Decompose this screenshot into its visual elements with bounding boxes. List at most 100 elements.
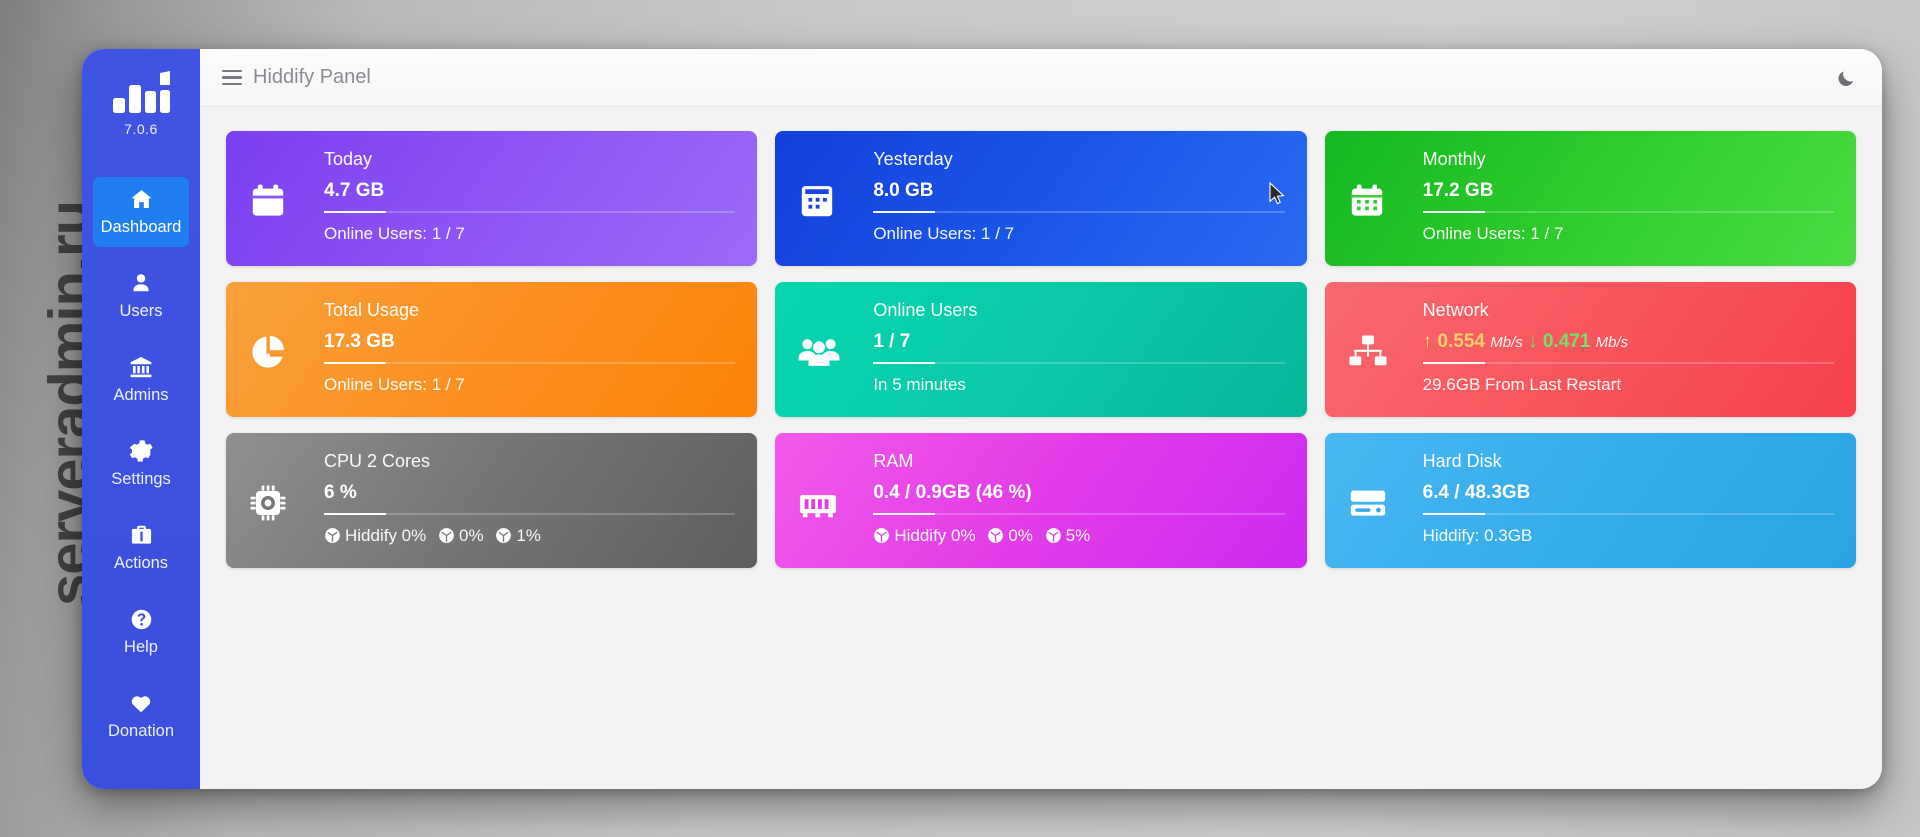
bar-chart-logo-icon — [111, 71, 171, 115]
user-icon — [130, 270, 152, 296]
cpu-gauge-0: Hiddify 0% — [324, 526, 431, 545]
card-value: 1 / 7 — [873, 331, 911, 352]
sidebar-item-admins[interactable]: Admins — [93, 345, 189, 415]
card-value: 0.4 / 0.9GB (46 %) — [873, 482, 1032, 503]
mouse-pointer-icon — [1269, 181, 1286, 211]
cpu-gauge-1: 0% — [438, 526, 488, 545]
card-total-usage[interactable]: Total Usage 17.3 GB Online Users: 1 / 7 — [226, 282, 758, 417]
card-title: Total Usage — [324, 300, 420, 320]
main-area: Hiddify Panel Today 4.7 GB Online Users:… — [200, 49, 1882, 789]
sidebar-item-label: Actions — [113, 554, 169, 572]
card-value: 4.7 GB — [324, 180, 385, 201]
card-network[interactable]: Network ↑ 0.554 Mb/s ↓ 0.471 Mb/s 29.6GB… — [1324, 282, 1856, 417]
users-group-icon — [797, 331, 873, 371]
card-divider — [1422, 513, 1834, 515]
card-value: 6 % — [324, 482, 357, 503]
card-title: Yesterday — [873, 149, 953, 169]
ram-gauge-2: 5% — [1045, 526, 1090, 545]
sidebar-item-dashboard[interactable]: Dashboard — [93, 177, 189, 247]
card-footer: Online Users: 1 / 7 — [873, 224, 1015, 243]
card-ram[interactable]: RAM 0.4 / 0.9GB (46 %) Hiddify 0% 0% 5% — [775, 433, 1307, 568]
sidebar-item-help[interactable]: Help — [93, 597, 189, 667]
gauge-icon — [873, 527, 890, 544]
card-today[interactable]: Today 4.7 GB Online Users: 1 / 7 — [226, 131, 758, 266]
home-icon — [129, 186, 154, 212]
card-divider — [324, 362, 736, 364]
card-value: 6.4 / 48.3GB — [1422, 482, 1531, 503]
card-monthly[interactable]: Monthly 17.2 GB Online Users: 1 / 7 — [1324, 131, 1856, 266]
card-footer: Online Users: 1 / 7 — [1422, 224, 1564, 243]
gauge-icon — [987, 527, 1004, 544]
sidebar-item-label: Help — [124, 638, 158, 656]
memory-icon — [797, 482, 873, 522]
card-divider — [324, 211, 736, 213]
hard-drive-icon — [1347, 482, 1423, 522]
sidebar-item-donation[interactable]: Donation — [93, 681, 189, 751]
ram-gauge-1: 0% — [987, 526, 1037, 545]
card-footer: Hiddify: 0.3GB — [1422, 526, 1533, 545]
card-divider — [1422, 362, 1834, 364]
ram-gauge-0: Hiddify 0% — [873, 526, 980, 545]
card-online-users[interactable]: Online Users 1 / 7 In 5 minutes — [775, 282, 1307, 417]
card-value: 17.2 GB — [1422, 180, 1494, 201]
gauge-label: Hiddify 0% — [345, 526, 427, 545]
arrow-down-icon: ↓ — [1528, 331, 1538, 352]
dashboard-content: Today 4.7 GB Online Users: 1 / 7 Yesterd… — [200, 107, 1882, 789]
bank-icon — [129, 354, 153, 380]
briefcase-icon — [130, 522, 153, 548]
card-title: Network — [1422, 300, 1489, 320]
card-title: Monthly — [1422, 149, 1486, 169]
card-cpu[interactable]: CPU 2 Cores 6 % Hiddify 0% 0% 1% — [226, 433, 758, 568]
card-value-network: ↑ 0.554 Mb/s ↓ 0.471 Mb/s — [1423, 331, 1834, 353]
gauge-icon — [495, 527, 512, 544]
card-footer-gauges: Hiddify 0% 0% 5% — [873, 526, 1284, 546]
sidebar-item-label: Users — [119, 302, 163, 320]
card-divider — [1422, 211, 1834, 213]
question-circle-icon — [130, 606, 153, 632]
sidebar-nav: Dashboard Users Admins Settings Actions … — [82, 177, 200, 765]
card-title: Online Users — [873, 300, 978, 320]
sidebar-item-label: Donation — [107, 722, 175, 740]
arrow-up-icon: ↑ — [1422, 331, 1433, 352]
network-download-value: 0.471 — [1542, 331, 1591, 352]
app-window: 7.0.6 Dashboard Users Admins Settings Ac… — [82, 49, 1882, 789]
calendar-icon — [248, 180, 324, 220]
card-yesterday[interactable]: Yesterday 8.0 GB Online Users: 1 / 7 — [775, 131, 1307, 266]
card-hard-disk[interactable]: Hard Disk 6.4 / 48.3GB Hiddify: 0.3GB — [1324, 433, 1856, 568]
app-version: 7.0.6 — [124, 121, 158, 137]
gauge-icon — [1045, 527, 1062, 544]
moon-icon[interactable] — [1836, 68, 1856, 88]
network-upload-value: 0.554 — [1437, 331, 1485, 352]
card-divider — [873, 513, 1285, 515]
gauge-label: 0% — [1008, 526, 1033, 545]
sidebar-item-users[interactable]: Users — [93, 261, 189, 331]
network-icon — [1347, 331, 1423, 371]
sidebar-item-actions[interactable]: Actions — [93, 513, 189, 583]
network-download-unit: Mb/s — [1595, 334, 1629, 351]
calendar-month-icon — [1347, 180, 1423, 220]
card-title: RAM — [873, 451, 914, 471]
card-divider — [873, 211, 1285, 213]
stat-card-grid: Today 4.7 GB Online Users: 1 / 7 Yesterd… — [226, 131, 1856, 568]
sidebar: 7.0.6 Dashboard Users Admins Settings Ac… — [82, 49, 200, 789]
cpu-icon — [248, 482, 324, 522]
card-value: 17.3 GB — [324, 331, 395, 352]
hamburger-icon[interactable] — [222, 69, 242, 86]
card-footer: Online Users: 1 / 7 — [324, 224, 465, 243]
gauge-label: 1% — [516, 526, 541, 545]
gauge-label: 0% — [459, 526, 484, 545]
gauge-icon — [324, 527, 341, 544]
sidebar-item-label: Admins — [113, 386, 169, 404]
gauge-icon — [438, 527, 455, 544]
gear-icon — [129, 438, 153, 464]
calendar-day-icon — [797, 180, 873, 220]
card-footer-gauges: Hiddify 0% 0% 1% — [324, 526, 735, 546]
card-divider — [324, 513, 736, 515]
sidebar-item-label: Settings — [111, 470, 171, 488]
card-title: CPU 2 Cores — [324, 451, 431, 471]
cpu-gauge-2: 1% — [495, 526, 541, 545]
sidebar-item-settings[interactable]: Settings — [93, 429, 189, 499]
card-footer: 29.6GB From Last Restart — [1422, 375, 1622, 394]
network-upload-unit: Mb/s — [1490, 334, 1523, 351]
card-divider — [873, 362, 1285, 364]
